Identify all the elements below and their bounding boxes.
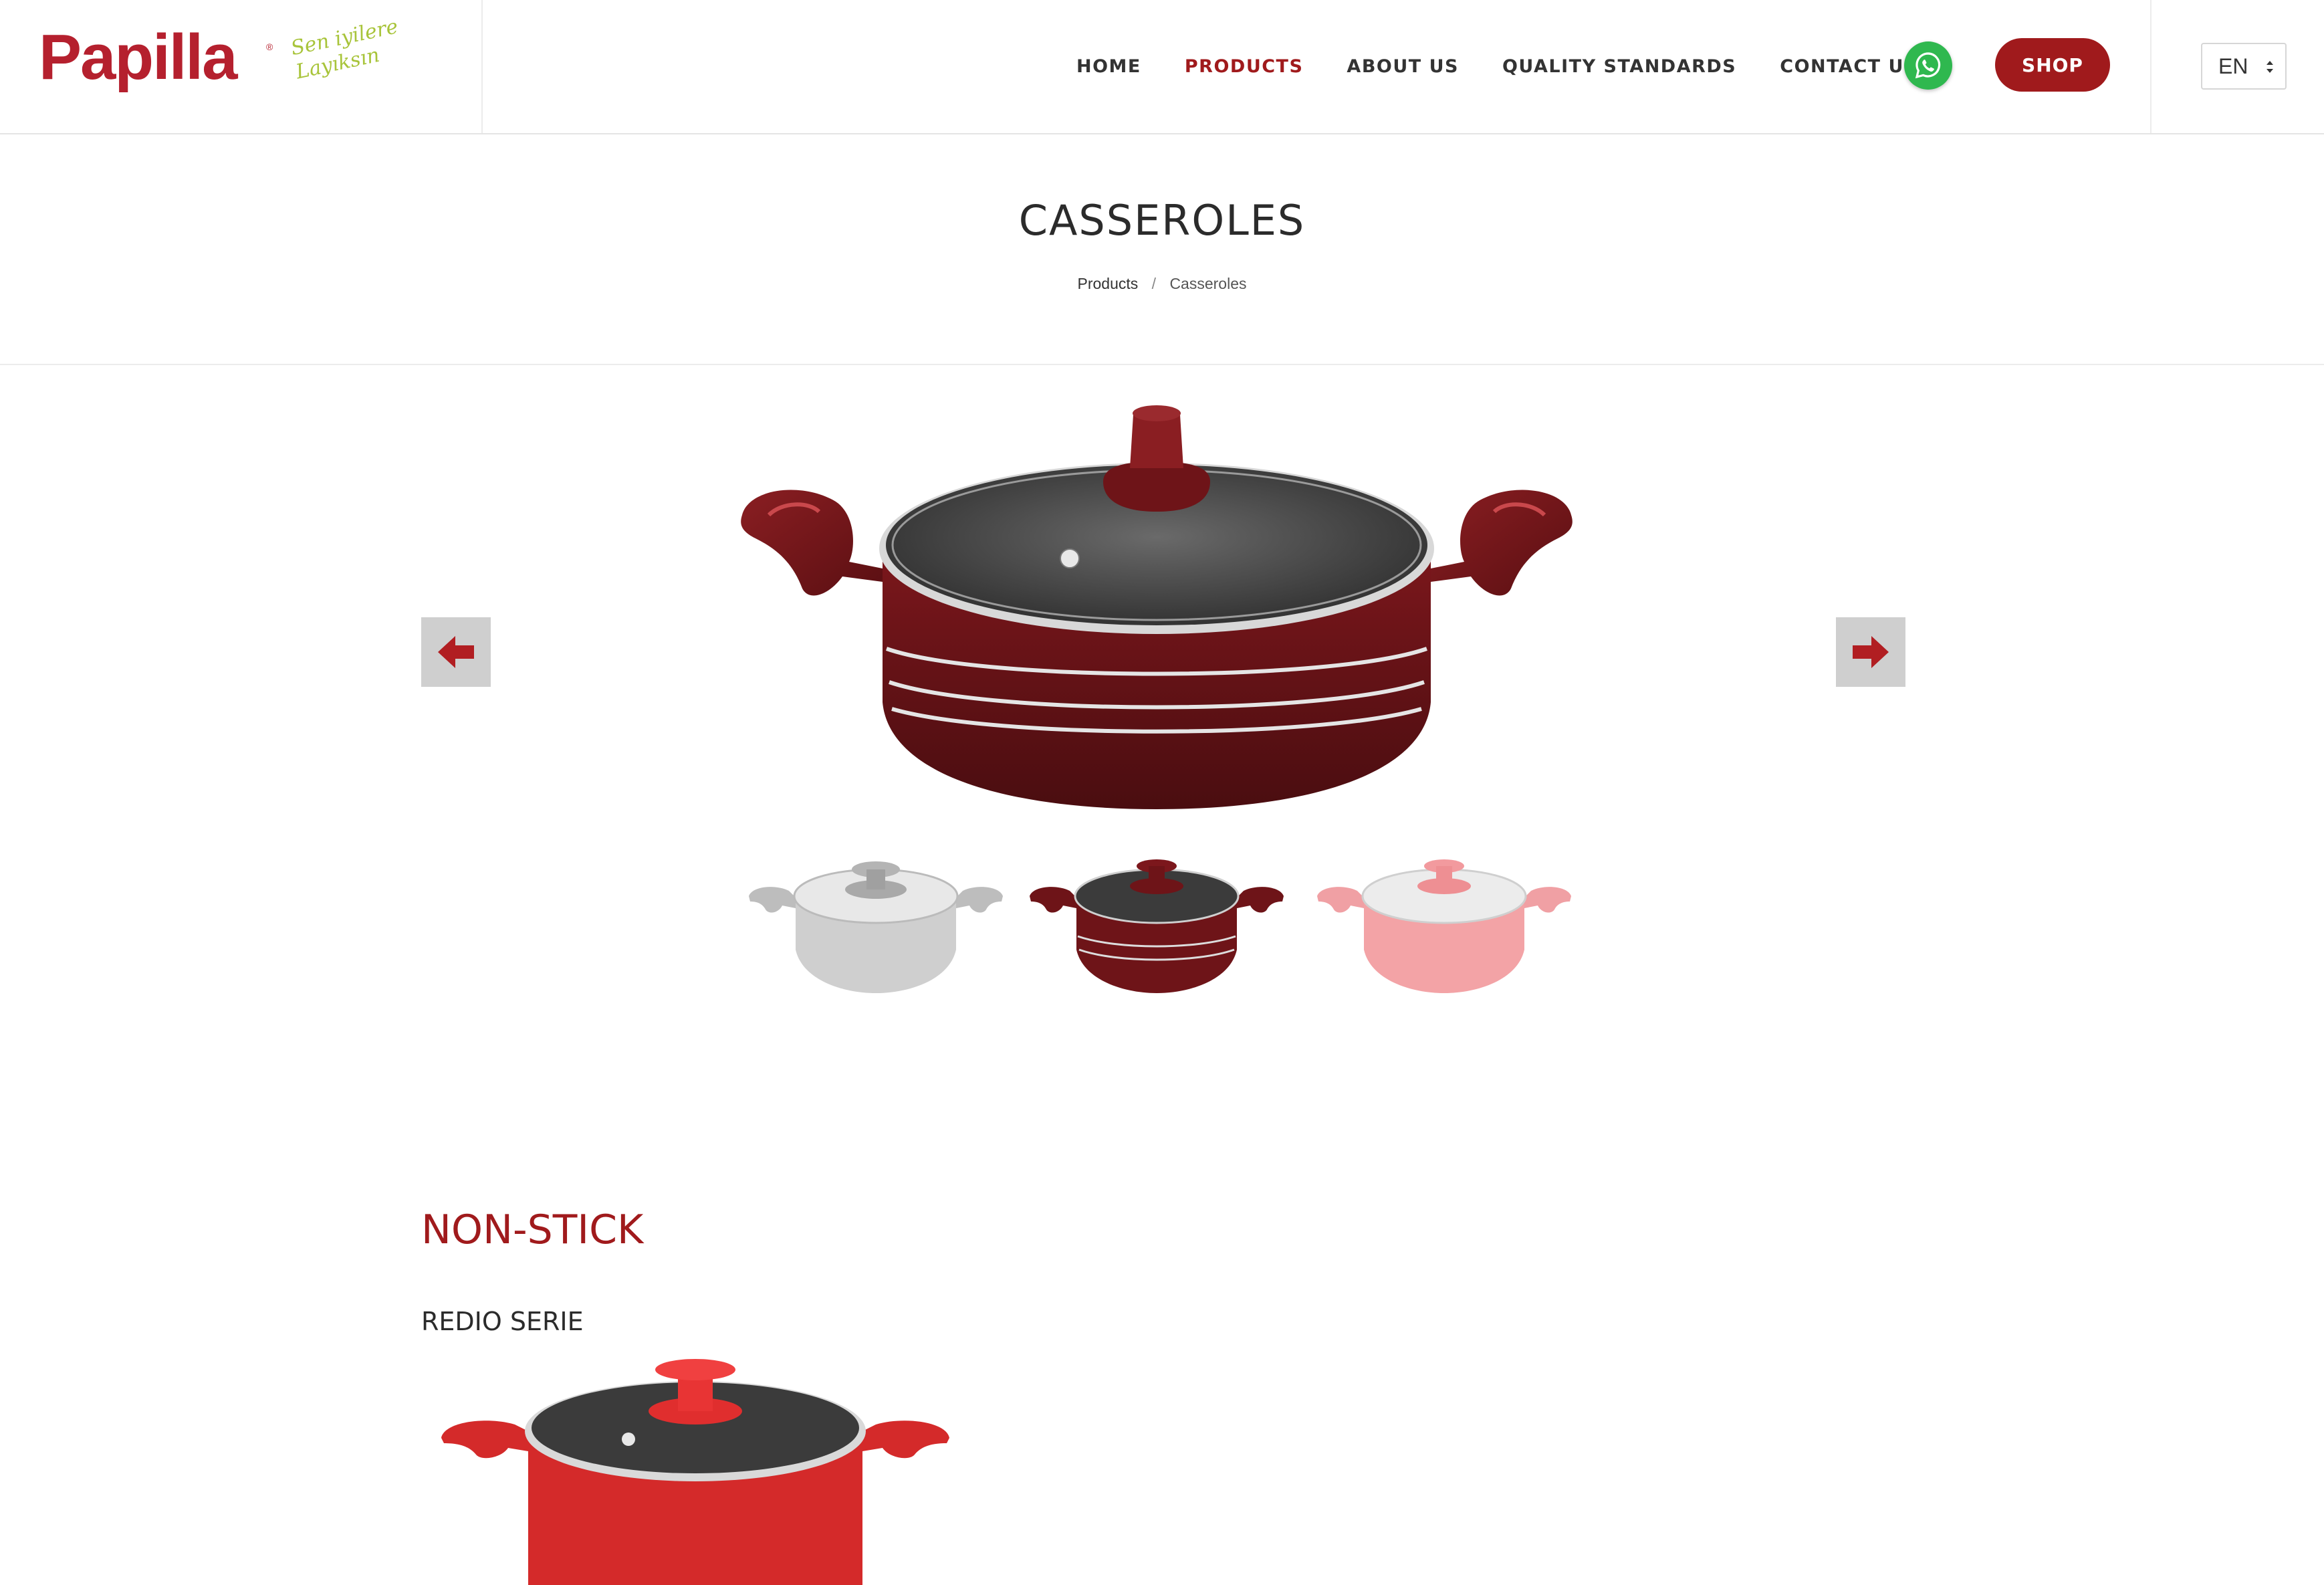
- nav-about-us[interactable]: ABOUT US: [1347, 56, 1459, 77]
- shop-button[interactable]: SHOP: [1995, 38, 2110, 92]
- redio-series-product-image[interactable]: [428, 1358, 963, 1585]
- language-area: EN: [2150, 0, 2324, 133]
- language-select[interactable]: EN: [2201, 43, 2287, 90]
- logo[interactable]: Papilla: [39, 25, 237, 90]
- whatsapp-icon[interactable]: [1904, 41, 1952, 90]
- thumbnail-burgundy-casserole[interactable]: [1023, 836, 1290, 1010]
- series-title: REDIO SERIE: [421, 1307, 584, 1336]
- logo-area[interactable]: Papilla ® Sen iyilere Layıksın: [0, 0, 483, 133]
- page-header: CASSEROLES Products / Casseroles: [0, 134, 2324, 365]
- language-value: EN: [2218, 54, 2248, 78]
- nav-home[interactable]: HOME: [1076, 56, 1141, 77]
- main-product-image: [741, 405, 1573, 809]
- logo-slogan: Sen iyilere Layıksın: [289, 15, 400, 84]
- select-arrows-icon: [2267, 61, 2273, 73]
- section-title: NON-STICK: [421, 1206, 644, 1253]
- thumbnail-pink-casserole[interactable]: [1310, 836, 1578, 1010]
- registered-mark: ®: [266, 41, 273, 52]
- arrow-left-icon[interactable]: [421, 617, 491, 687]
- nav-products[interactable]: PRODUCTS: [1185, 56, 1304, 77]
- site-header: Papilla ® Sen iyilere Layıksın HOME PROD…: [0, 0, 2324, 134]
- nav-quality-standards[interactable]: QUALITY STANDARDS: [1502, 56, 1736, 77]
- thumbnail-grey-casserole[interactable]: [742, 836, 1010, 1010]
- breadcrumb-products[interactable]: Products: [1078, 275, 1139, 292]
- breadcrumb: Products / Casseroles: [0, 275, 2324, 293]
- nav-contact-us[interactable]: CONTACT US: [1780, 56, 1918, 77]
- breadcrumb-separator: /: [1151, 275, 1157, 292]
- main-nav: HOME PRODUCTS ABOUT US QUALITY STANDARDS…: [1076, 0, 1962, 133]
- arrow-right-icon[interactable]: [1836, 617, 1905, 687]
- page-title: CASSEROLES: [1018, 196, 1306, 245]
- breadcrumb-current: Casseroles: [1169, 275, 1247, 292]
